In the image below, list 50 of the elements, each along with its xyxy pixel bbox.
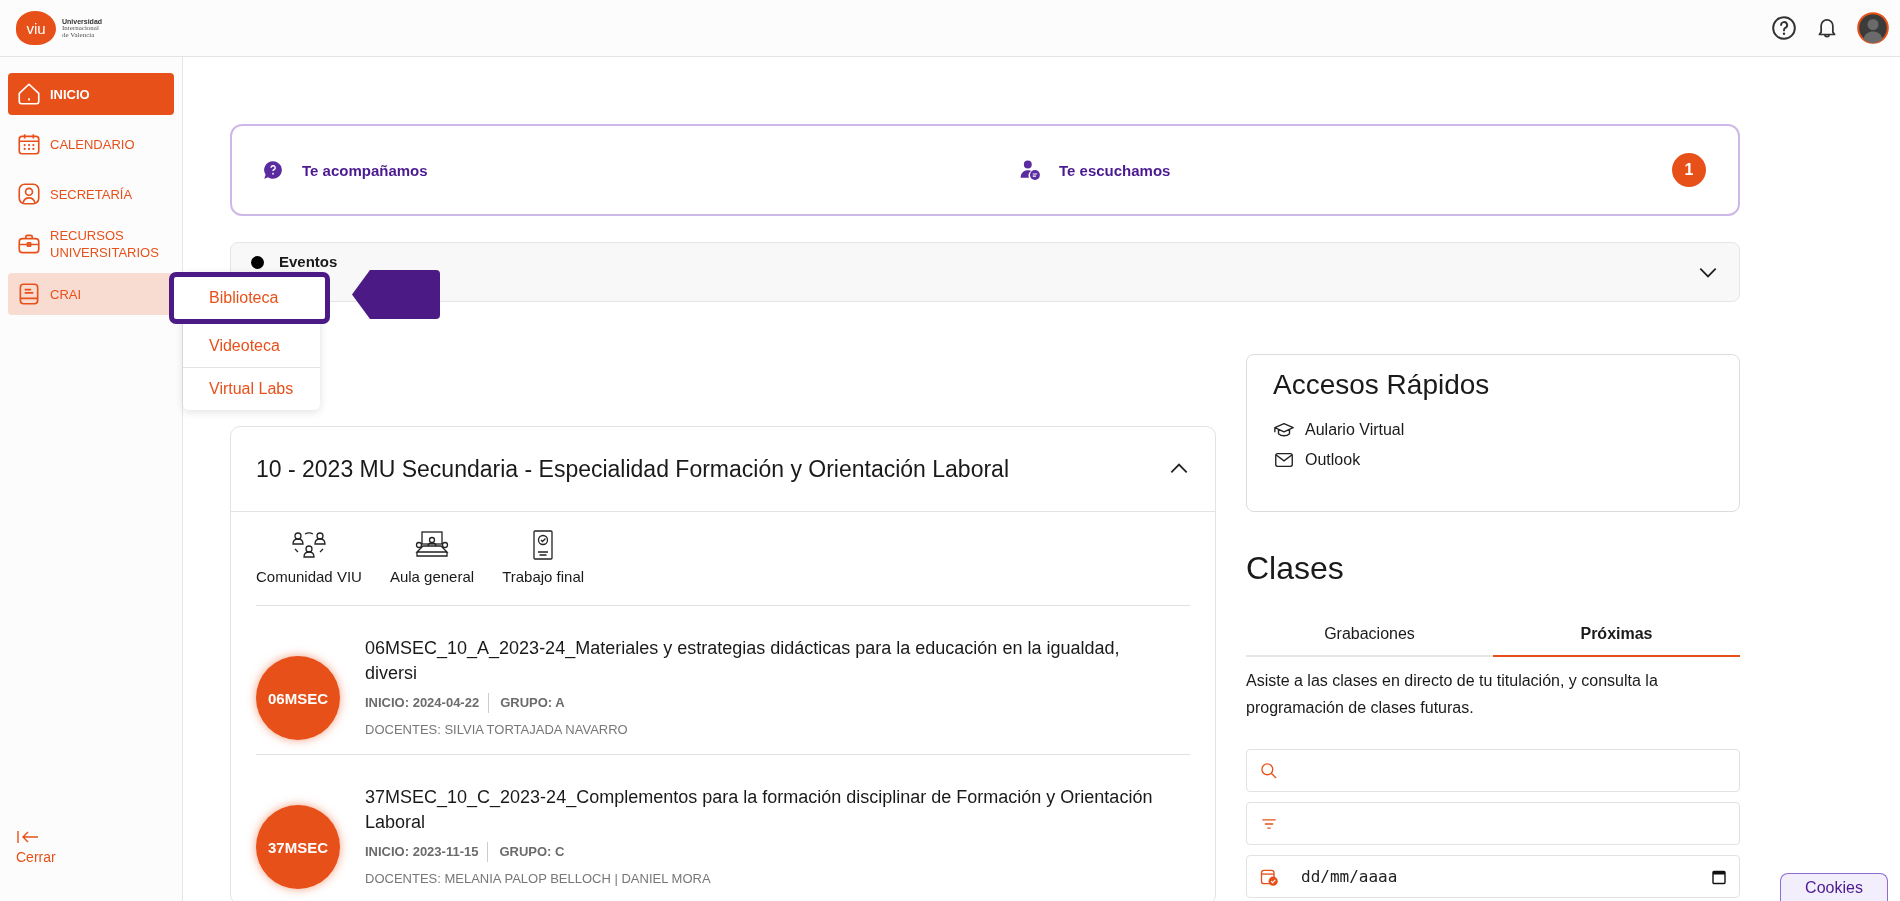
- subject-code-badge[interactable]: 06MSEC: [256, 656, 340, 740]
- logo-mark[interactable]: viu: [16, 11, 56, 45]
- subject-title[interactable]: 37MSEC_10_C_2023-24_Complementos para la formación disciplinar de Formación y Orientación Laboral: [365, 785, 1165, 835]
- subject-code-badge[interactable]: 37MSEC: [256, 805, 340, 889]
- calendar-icon[interactable]: [1711, 868, 1727, 885]
- group-label: GRUPO: C: [487, 842, 565, 862]
- user-icon: [16, 181, 42, 207]
- sidebar-item[interactable]: RECURSOS UNIVERSITARIOS: [8, 223, 174, 265]
- sidebar-item[interactable]: SECRETARÍA: [8, 173, 174, 215]
- cookies-button[interactable]: Cookies: [1780, 873, 1888, 901]
- support-link[interactable]: Te escuchamos: [1019, 159, 1672, 181]
- date-field[interactable]: dd/mm/aaaa: [1246, 855, 1740, 898]
- teachers-label: DOCENTES: SILVIA TORTAJADA NAVARRO: [365, 722, 628, 737]
- close-sidebar-button[interactable]: Cerrar: [16, 829, 64, 865]
- submenu-item[interactable]: Videoteca: [183, 324, 320, 367]
- search-icon: [1259, 760, 1279, 781]
- quick-access-title: Accesos Rápidos: [1273, 369, 1491, 401]
- course-title: 10 - 2023 MU Secundaria - Especialidad Formación y Orientación Laboral: [256, 455, 1009, 483]
- search-field[interactable]: [1246, 749, 1740, 792]
- help-bubble-icon: [262, 159, 284, 181]
- notification-badge: 1: [1672, 153, 1706, 187]
- start-date: INICIO: 2023-11-15: [365, 843, 479, 861]
- date-input[interactable]: dd/mm/aaaa: [1299, 866, 1691, 887]
- collapse-arrow-icon: [16, 829, 40, 845]
- quick-access-link[interactable]: Outlook: [1273, 449, 1713, 471]
- sidebar-item[interactable]: CALENDARIO: [8, 123, 174, 165]
- user-chat-icon: [1019, 159, 1041, 181]
- submenu-item[interactable]: Virtual Labs: [183, 367, 320, 410]
- user-avatar[interactable]: [1857, 12, 1889, 44]
- sidebar-item[interactable]: INICIO: [8, 73, 174, 115]
- calendar-icon: [16, 131, 42, 157]
- teachers-label: DOCENTES: MELANIA PALOP BELLOCH | DANIEL MORA: [365, 871, 711, 886]
- group-label: GRUPO: A: [488, 693, 565, 713]
- section-title: Clases: [1246, 550, 1345, 587]
- shortcut-link[interactable]: Aula general: [389, 530, 475, 585]
- classes-tab[interactable]: Próximas: [1493, 625, 1740, 657]
- submenu-item[interactable]: Biblioteca: [169, 272, 330, 324]
- bullet-icon: [251, 256, 264, 269]
- events-title: Eventos: [279, 253, 338, 270]
- shortcut-link[interactable]: Trabajo final: [502, 530, 585, 585]
- classes-tab[interactable]: Grabaciones: [1246, 625, 1493, 657]
- classes-description: Asiste a las clases en directo de tu titulación, y consulta la programación de clases futuras.: [1246, 671, 1659, 718]
- quick-access-link[interactable]: Aulario Virtual: [1273, 419, 1713, 441]
- start-date: INICIO: 2024-04-22: [365, 694, 480, 712]
- shortcut-link[interactable]: Comunidad VIU: [256, 530, 362, 585]
- help-icon[interactable]: [1771, 15, 1797, 41]
- filter-field[interactable]: [1246, 802, 1740, 845]
- home-icon: [16, 81, 42, 107]
- support-link[interactable]: Te acompañamos: [262, 159, 1019, 181]
- subject-title[interactable]: 06MSEC_10_A_2023-24_Materiales y estrategias didácticas para la educación en la igualdad, diversi: [365, 636, 1165, 686]
